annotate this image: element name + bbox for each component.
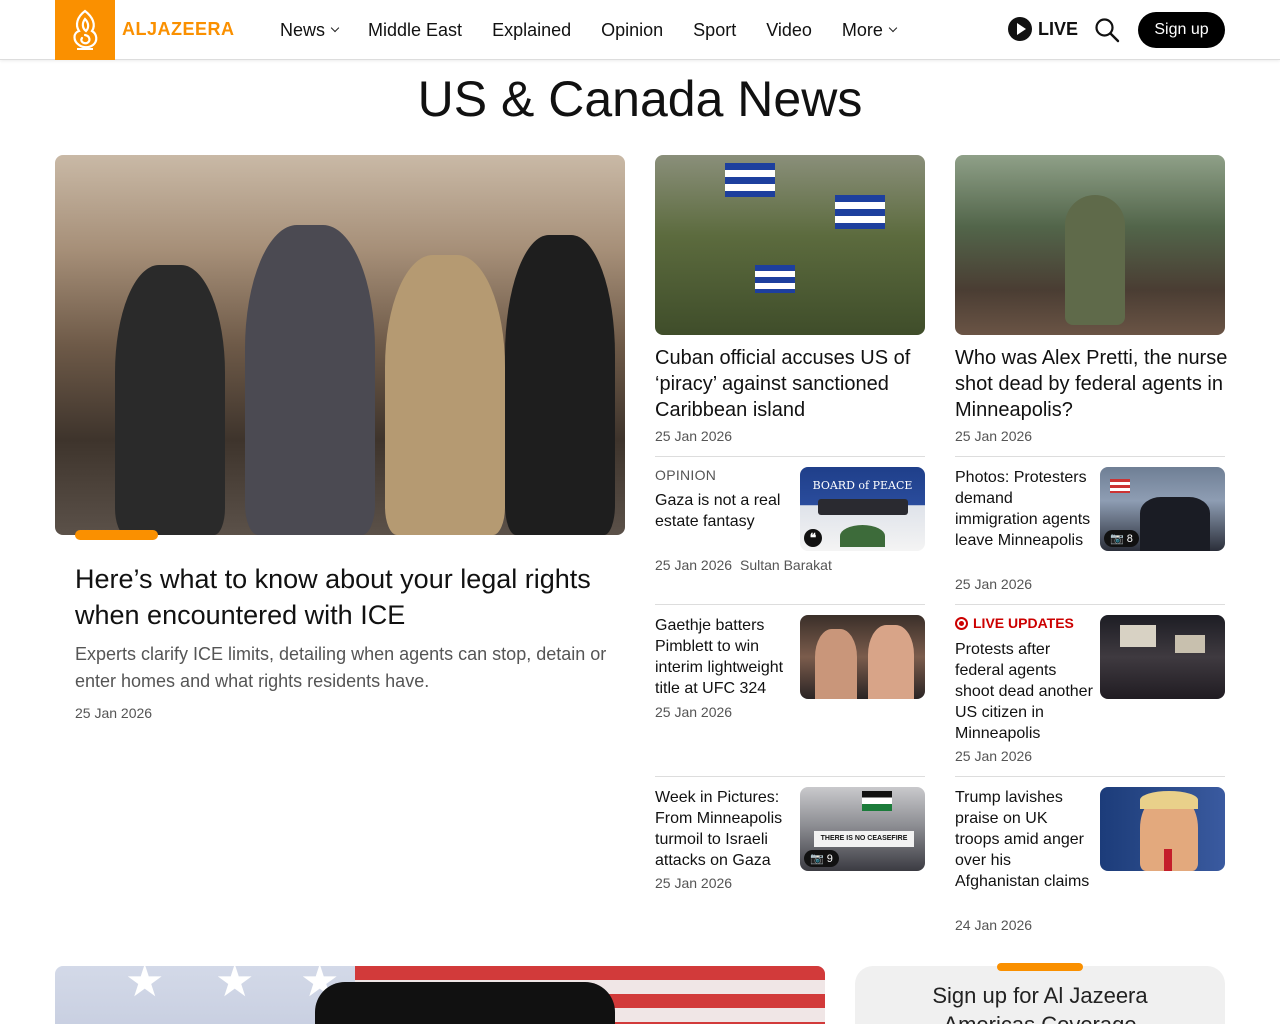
hero-accent-bar [75,530,158,540]
divider [655,456,925,457]
hero-date: 25 Jan 2026 [75,705,153,721]
ufc-card-thumbnail[interactable] [800,615,925,699]
camera-icon: 📷 [1110,533,1124,545]
ufc-card-title[interactable]: Gaethje batters Pimblett to win interim … [655,615,795,699]
pretti-card-title[interactable]: Who was Alex Pretti, the nurse shot dead… [955,345,1230,423]
nav-explained[interactable]: Explained [492,20,571,41]
live-protests-title[interactable]: Protests after federal agents shoot dead… [955,639,1095,744]
gaza-card-author[interactable]: Sultan Barakat [740,557,832,573]
bottom-feature-image[interactable]: ★ ★ ★ [55,966,825,1024]
chevron-down-icon [888,23,898,33]
live-dot-icon [955,616,968,630]
aljazeera-logo-icon [73,9,98,50]
newsletter-title: Sign up for Al Jazeera [932,983,1148,1008]
aljazeera-logo[interactable] [55,0,115,60]
gaza-card-thumbnail[interactable]: BOARD of PEACE ❝ [800,467,925,551]
nav-more[interactable]: More [841,19,898,41]
week-pictures-title[interactable]: Week in Pictures: From Minneapolis turmo… [655,787,795,871]
divider [655,776,925,777]
ufc-card-date: 25 Jan 2026 [655,704,733,720]
divider [955,456,1225,457]
newsletter-subtitle: Americas Coverage [855,1012,1225,1024]
nav-middle-east-label: Middle East [368,19,463,40]
trump-card-date: 24 Jan 2026 [955,917,1033,933]
nav-middle-east[interactable]: Middle East [368,20,462,41]
trump-card-thumbnail[interactable] [1100,787,1225,871]
play-icon [1008,17,1032,41]
pretti-card-date: 25 Jan 2026 [955,428,1033,444]
divider [655,604,925,605]
live-protests-date: 25 Jan 2026 [955,748,1033,764]
nav-news[interactable]: News [280,19,340,41]
pretti-card-image[interactable] [955,155,1225,335]
protest-photos-title[interactable]: Photos: Protesters demand immigration ag… [955,467,1095,551]
logo-wordmark[interactable]: ALJAZEERA [122,19,235,40]
protest-photos-thumbnail[interactable]: 📷 8 [1100,467,1225,551]
opinion-kicker[interactable]: OPINION [655,467,716,483]
camera-icon: 📷 [810,853,824,865]
nav-video[interactable]: Video [766,20,812,41]
live-protests-thumbnail[interactable] [1100,615,1225,699]
nav-sport-label: Sport [693,19,737,40]
photo-count: 8 [1126,532,1133,545]
photo-count-badge: 📷 8 [1104,530,1139,547]
quote-icon: ❝ [804,529,822,547]
nav-opinion-label: Opinion [601,19,664,40]
live-label: LIVE [1038,18,1079,39]
divider [955,776,1225,777]
site-header: ALJAZEERA News Middle East Explained Opi… [0,0,1280,60]
nav-explained-label: Explained [492,19,572,40]
hero-image[interactable] [55,155,625,535]
hero-description: Experts clarify ICE limits, detailing wh… [75,644,607,691]
nav-sport[interactable]: Sport [693,20,736,41]
live-updates-label: LIVE UPDATES [973,615,1074,631]
photo-count: 9 [826,852,833,865]
newsletter-accent-bar [997,963,1083,971]
week-thumb-banner: THERE IS NO CEASEFIRE [814,831,914,847]
signup-button[interactable]: Sign up [1138,12,1225,48]
chevron-down-icon [330,23,340,33]
live-updates-kicker[interactable]: LIVE UPDATES [955,615,1074,631]
page-title: US & Canada News [417,71,863,127]
protest-photos-date: 25 Jan 2026 [955,576,1033,592]
trump-card-title[interactable]: Trump lavishes praise on UK troops amid … [955,787,1095,892]
nav-news-label: News [280,19,326,40]
live-button[interactable]: LIVE [1008,17,1078,41]
nav-more-label: More [841,19,883,40]
week-pictures-thumbnail[interactable]: THERE IS NO CEASEFIRE 📷 9 [800,787,925,871]
week-pictures-date: 25 Jan 2026 [655,875,733,891]
nav-video-label: Video [766,19,812,40]
search-icon[interactable] [1094,17,1120,43]
cuba-card-date: 25 Jan 2026 [655,428,733,444]
nav-opinion[interactable]: Opinion [601,20,663,41]
hero-title[interactable]: Here’s what to know about your legal rig… [75,561,595,633]
photo-count-badge: 📷 9 [804,850,839,867]
gaza-thumb-banner: BOARD of PEACE [812,479,913,492]
divider [955,604,1225,605]
gaza-card-title[interactable]: Gaza is not a real estate fantasy [655,490,790,532]
cuba-card-image[interactable] [655,155,925,335]
cuba-card-title[interactable]: Cuban official accuses US of ‘piracy’ ag… [655,345,925,423]
gaza-card-date: 25 Jan 2026 [655,557,733,573]
main-nav: News Middle East Explained Opinion Sport… [280,0,898,60]
